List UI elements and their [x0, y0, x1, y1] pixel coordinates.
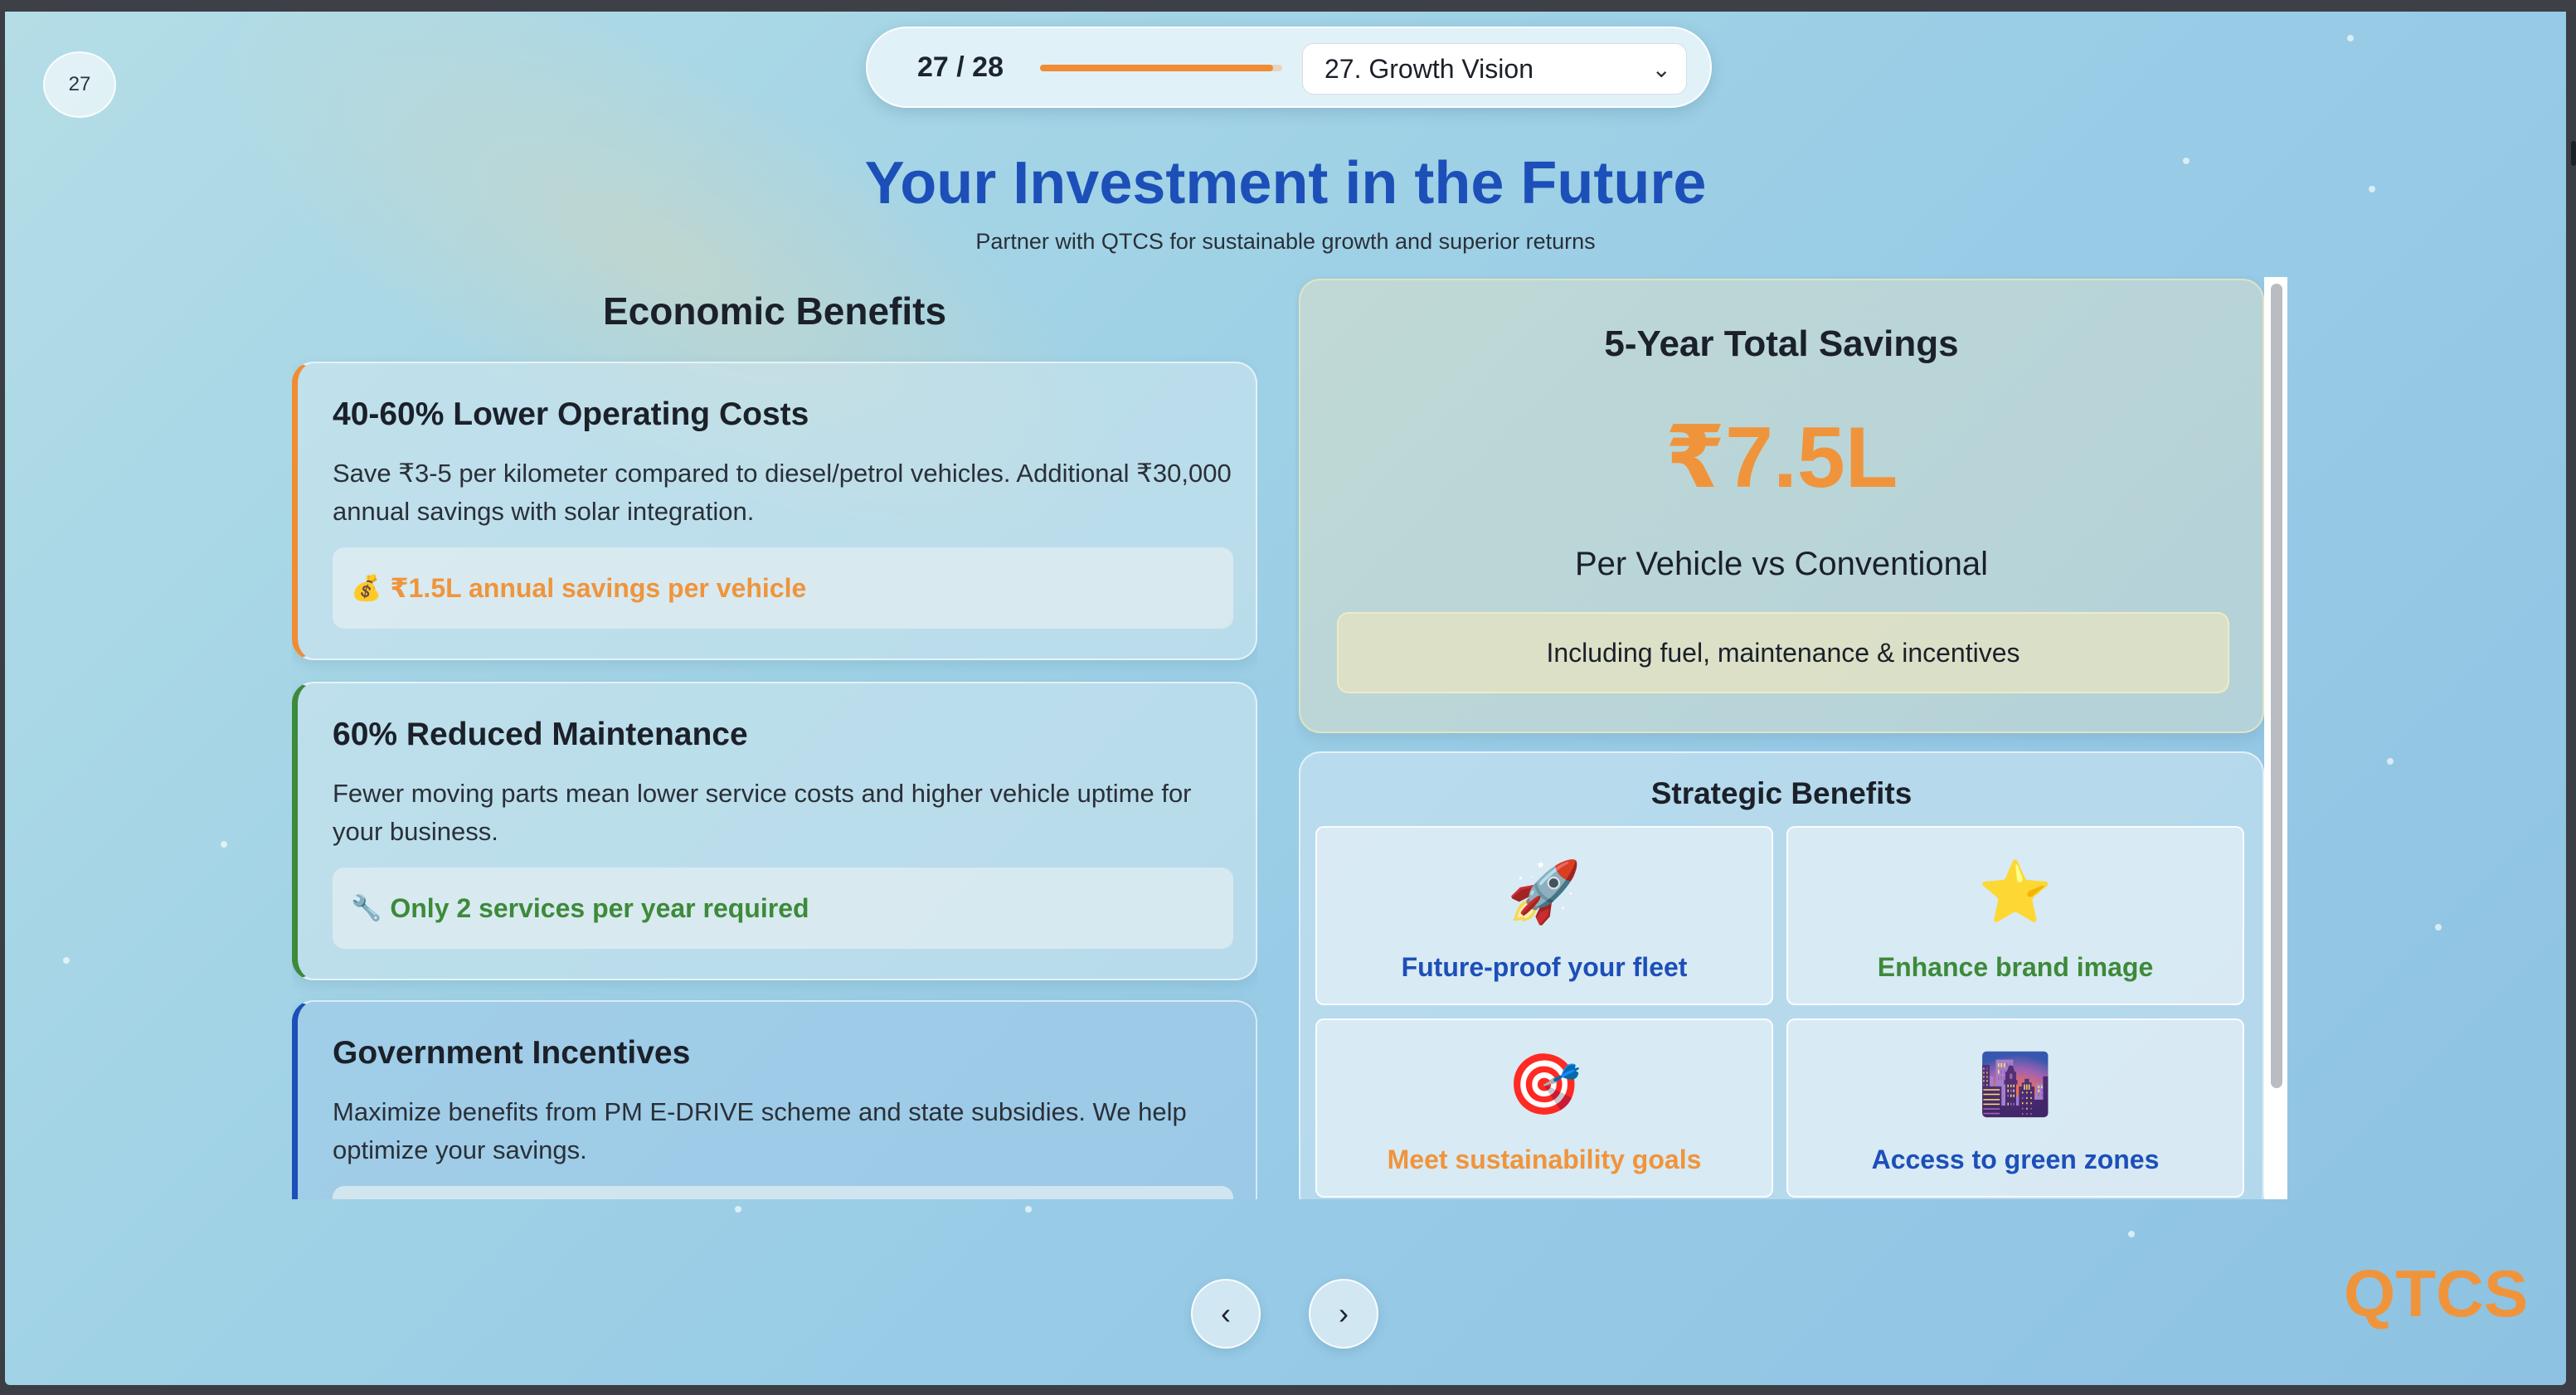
decor-dot [2347, 35, 2354, 41]
slide-counter: 27 / 28 [917, 51, 1004, 83]
strategic-tile-green-zones: 🌆 Access to green zones [1786, 1018, 2244, 1198]
target-icon: 🎯 [1507, 1052, 1582, 1118]
card-text: Fewer moving parts mean lower service co… [333, 779, 1192, 846]
savings-card: 5-Year Total Savings ₹7.5L Per Vehicle v… [1299, 279, 2264, 733]
card-text: Save ₹3-5 per kilometer compared to dies… [333, 459, 1232, 526]
money-bag-icon: 💰 [351, 574, 382, 602]
decor-dot [2387, 758, 2394, 765]
savings-per-vehicle: Per Vehicle vs Conventional [1574, 546, 1989, 582]
card-highlight: 💰 ₹1.5L annual savings per vehicle [333, 547, 1233, 629]
slide-navigator: 27 / 28 27. Growth Vision ⌄ [866, 27, 1712, 108]
benefit-card-operating-costs: 40-60% Lower Operating Costs Save ₹3-5 p… [292, 362, 1257, 660]
city-icon: 🌆 [1978, 1052, 2053, 1118]
page-title: Your Investment in the Future [864, 150, 1707, 216]
strategic-tile-brand: ⭐ Enhance brand image [1786, 826, 2244, 1005]
card-highlight: 🔧 Only 2 services per year required [333, 868, 1233, 949]
window-edge-tab [2571, 141, 2576, 166]
strategic-benefits-card: Strategic Benefits 🚀 Future-proof your f… [1299, 751, 2264, 1199]
slide-number-badge: 27 [43, 51, 116, 118]
tile-label: Enhance brand image [1877, 952, 2154, 982]
wrench-icon: 🔧 [351, 894, 382, 922]
next-slide-button[interactable]: › [1309, 1279, 1378, 1349]
strategic-tile-sustainability: 🎯 Meet sustainability goals [1315, 1018, 1773, 1198]
slide: 27 27 / 28 27. Growth Vision ⌄ Your Inve… [5, 12, 2566, 1385]
tile-label: Future-proof your fleet [1401, 952, 1688, 982]
tile-label: Access to green zones [1871, 1145, 2160, 1174]
card-highlight-text: Only 2 services per year required [390, 892, 809, 923]
progress-fill [1040, 65, 1274, 71]
card-highlight-text: ₹1.5L annual savings per vehicle [390, 573, 807, 603]
chevron-right-icon: › [1339, 1296, 1349, 1330]
page-subtitle: Partner with QTCS for sustainable growth… [975, 229, 1596, 254]
benefit-card-maintenance: 60% Reduced Maintenance Fewer moving par… [292, 682, 1257, 980]
savings-note: Including fuel, maintenance & incentives [1337, 612, 2229, 693]
card-title: 40-60% Lower Operating Costs [333, 396, 809, 432]
tile-label: Meet sustainability goals [1387, 1145, 1702, 1174]
economic-benefits-column: Economic Benefits 40-60% Lower Operating… [292, 275, 1257, 1199]
star-icon: ⭐ [1978, 859, 2053, 926]
economic-benefits-heading: Economic Benefits [602, 289, 947, 333]
chevron-down-icon: ⌄ [1651, 56, 1671, 82]
card-title: 60% Reduced Maintenance [333, 717, 748, 752]
card-title: Government Incentives [333, 1035, 691, 1071]
card-text: Maximize benefits from PM E-DRIVE scheme… [333, 1097, 1187, 1164]
decor-dot [2128, 1231, 2135, 1237]
rocket-icon: 🚀 [1507, 859, 1582, 926]
chevron-left-icon: ‹ [1221, 1296, 1231, 1330]
decor-dot [63, 957, 70, 964]
strategic-heading: Strategic Benefits [1650, 776, 1913, 810]
decor-dot [2435, 924, 2442, 931]
slide-select-value: 27. Growth Vision [1324, 53, 1533, 84]
prev-slide-button[interactable]: ‹ [1191, 1279, 1261, 1349]
decor-dot [1025, 1206, 1032, 1213]
scrollbar-thumb[interactable] [2271, 284, 2282, 1088]
window-top-strip [0, 0, 2576, 12]
slide-number: 27 [68, 73, 91, 95]
decor-dot [221, 841, 227, 848]
strategic-tile-future-proof: 🚀 Future-proof your fleet [1315, 826, 1773, 1005]
brand-logo: QTCS [2344, 1256, 2529, 1330]
progress-bar [1040, 65, 1282, 71]
benefit-card-incentives: Government Incentives Maximize benefits … [292, 1000, 1257, 1199]
scrollbar[interactable] [2264, 277, 2287, 1199]
slide-select[interactable]: 27. Growth Vision ⌄ [1302, 43, 1687, 95]
savings-heading: 5-Year Total Savings [1604, 323, 1959, 364]
decor-dot [735, 1206, 741, 1213]
savings-amount: ₹7.5L [1665, 410, 1898, 506]
savings-column: 5-Year Total Savings ₹7.5L Per Vehicle v… [1295, 275, 2287, 1199]
card-highlight [333, 1186, 1233, 1199]
